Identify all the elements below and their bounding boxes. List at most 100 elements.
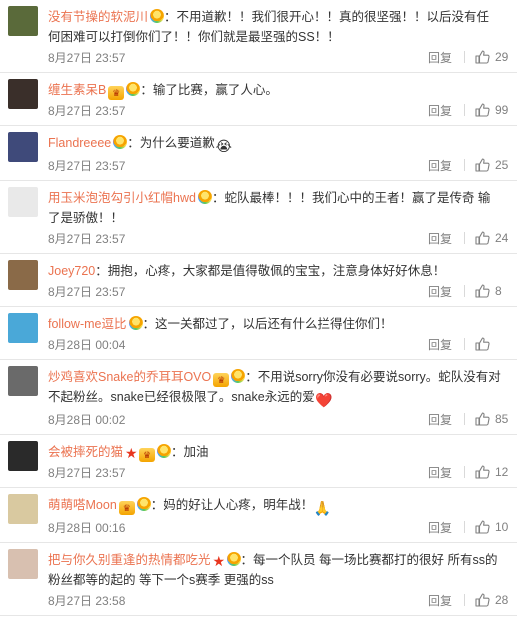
like-button[interactable]: 28 (475, 593, 509, 607)
comment-item: 萌萌嗒Moon ♛ ：妈的好让人心疼，明年战！🙏 8月28日 00:16 回复 10 (0, 488, 517, 543)
like-count: 28 (495, 593, 509, 607)
username-link[interactable]: 萌萌嗒Moon (48, 498, 117, 512)
avatar[interactable] (8, 441, 38, 471)
comment-meta: 8月27日 23:57 回复 12 (48, 463, 509, 481)
reply-button[interactable]: 回复 (428, 411, 452, 428)
divider (464, 51, 465, 63)
comment-content: ：加油 (171, 445, 209, 459)
username-link[interactable]: 炒鸡喜欢Snake的乔耳耳OVO (48, 370, 211, 384)
thumbs-up-icon (475, 50, 490, 64)
username-link[interactable]: 用玉米泡泡勾引小红帽hwd (48, 191, 196, 205)
reply-button[interactable]: 回复 (428, 102, 452, 119)
like-count: 10 (495, 520, 509, 534)
comment-item: 炒鸡喜欢Snake的乔耳耳OVO ♛ ：不用说sorry你没有必要说sorry。蛇队… (0, 360, 517, 435)
comment-content: ：拥抱，心疼，大家都是值得敬佩的宝宝，注意身体好好休息！ (95, 264, 446, 278)
thumbs-up-icon (475, 158, 490, 172)
comment-meta: 8月27日 23:57 回复 8 (48, 282, 509, 300)
username-link[interactable]: Joey720 (48, 264, 95, 278)
avatar[interactable] (8, 6, 38, 36)
reply-button[interactable]: 回复 (428, 336, 452, 353)
comment-meta: 8月27日 23:57 回复 25 (48, 156, 509, 174)
like-count: 8 (495, 284, 502, 298)
avatar[interactable] (8, 549, 38, 579)
divider (464, 594, 465, 606)
like-button[interactable]: 12 (475, 465, 509, 479)
comment-time: 8月27日 23:57 (48, 158, 126, 173)
username-link[interactable]: 缠生素呆B (48, 83, 106, 97)
divider (464, 521, 465, 533)
comment-text: 没有节操的软泥川 ：不用道歉！！我们很开心！！真的很坚强！！以后没有任何困难可以打… (48, 6, 509, 47)
avatar[interactable] (8, 313, 38, 343)
comment-content: ：这一关都过了，以后还有什么拦得住你们！ (142, 317, 393, 331)
thumbs-up-icon (475, 465, 490, 479)
like-button[interactable]: 8 (475, 284, 509, 298)
comment-actions: 回复 24 (428, 230, 509, 247)
comment-actions: 回复 8 (428, 283, 509, 300)
divider (464, 413, 465, 425)
comment-actions: 回复 29 (428, 49, 509, 66)
avatar[interactable] (8, 187, 38, 217)
lightbulb-badge-icon (128, 316, 143, 330)
comment-actions: 回复 85 (428, 411, 509, 428)
like-button[interactable]: 25 (475, 158, 509, 172)
comment-time: 8月28日 00:04 (48, 337, 126, 352)
lightbulb-badge-icon (157, 444, 172, 458)
reply-button[interactable]: 回复 (428, 230, 452, 247)
comment-item: 用玉米泡泡勾引小红帽hwd ：蛇队最棒！！！我们心中的王者！赢了是传奇 输了是骄傲… (0, 181, 517, 254)
comment-meta: 8月28日 00:16 回复 10 (48, 518, 509, 536)
comment-meta: 8月27日 23:57 回复 99 (48, 101, 509, 119)
reply-button[interactable]: 回复 (428, 592, 452, 609)
comment-text: follow-me逗比 ：这一关都过了，以后还有什么拦得住你们！ (48, 313, 509, 334)
like-button[interactable]: 99 (475, 103, 509, 117)
comment-time: 8月28日 00:02 (48, 412, 126, 427)
reply-button[interactable]: 回复 (428, 519, 452, 536)
vip-badge-icon: ♛ (213, 373, 230, 387)
user-badges: ♛ (211, 369, 246, 387)
vip-badge-icon: ♛ (118, 501, 135, 515)
like-button[interactable]: 85 (475, 412, 509, 426)
emoji-icon: 😭 (215, 138, 232, 154)
comment-item: 把与你久别重逢的热情都吃光 ★ ：每一个队员 每一场比赛都打的很好 所有ss的粉丝都… (0, 543, 517, 616)
user-badges: ★ ♛ (123, 444, 172, 462)
comment-time: 8月27日 23:57 (48, 284, 126, 299)
comment-time: 8月27日 23:57 (48, 50, 126, 65)
avatar[interactable] (8, 494, 38, 524)
username-link[interactable]: 把与你久别重逢的热情都吃光 (48, 553, 211, 567)
comment-time: 8月27日 23:57 (48, 465, 126, 480)
comment-meta: 8月28日 00:02 回复 85 (48, 410, 509, 428)
reply-button[interactable]: 回复 (428, 464, 452, 481)
username-link[interactable]: follow-me逗比 (48, 317, 127, 331)
avatar[interactable] (8, 260, 38, 290)
username-link[interactable]: 没有节操的软泥川 (48, 10, 148, 24)
avatar[interactable] (8, 366, 38, 396)
reply-button[interactable]: 回复 (428, 157, 452, 174)
reply-button[interactable]: 回复 (428, 283, 452, 300)
comment-text: Flandreeee ：为什么要道歉😭 (48, 132, 509, 155)
comment-item: Joey720：拥抱，心疼，大家都是值得敬佩的宝宝，注意身体好好休息！ 8月27… (0, 254, 517, 307)
reply-button[interactable]: 回复 (428, 49, 452, 66)
avatar[interactable] (8, 132, 38, 162)
comment-text: 萌萌嗒Moon ♛ ：妈的好让人心疼，明年战！🙏 (48, 494, 509, 517)
lightbulb-badge-icon (136, 497, 151, 511)
like-button[interactable]: 24 (475, 231, 509, 245)
thumbs-up-icon (475, 231, 490, 245)
user-badges (127, 316, 143, 331)
user-badges (196, 190, 212, 205)
thumbs-up-icon (475, 337, 490, 351)
comment-text: 缠生素呆B ♛ ：输了比赛，赢了人心。 (48, 79, 509, 100)
comment-item: 没有节操的软泥川 ：不用道歉！！我们很开心！！真的很坚强！！以后没有任何困难可以打… (0, 0, 517, 73)
comment-time: 8月28日 00:16 (48, 520, 126, 535)
username-link[interactable]: 会被摔死的猫 (48, 445, 123, 459)
like-button[interactable]: 10 (475, 520, 509, 534)
like-button[interactable]: 29 (475, 50, 509, 64)
comment-time: 8月27日 23:57 (48, 231, 126, 246)
user-badges: ♛ (106, 82, 141, 100)
like-button[interactable] (475, 337, 509, 351)
user-badges: ♛ (117, 497, 151, 515)
thumbs-up-icon (475, 284, 490, 298)
username-link[interactable]: Flandreeee (48, 136, 111, 150)
avatar[interactable] (8, 79, 38, 109)
vip-badge-icon: ♛ (108, 86, 125, 100)
comment-time: 8月27日 23:57 (48, 103, 126, 118)
thumbs-up-icon (475, 593, 490, 607)
